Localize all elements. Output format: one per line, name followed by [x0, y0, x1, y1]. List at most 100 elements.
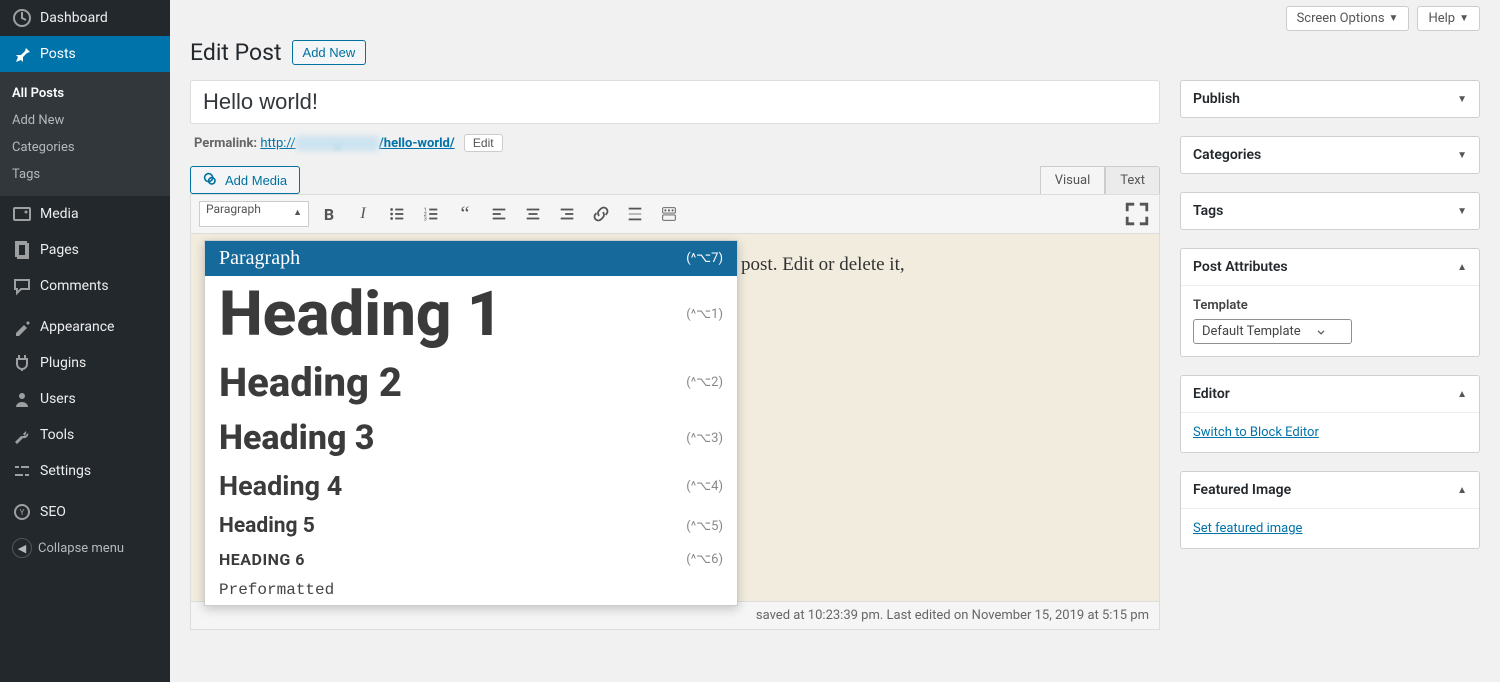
- media-toolbar-row: Add Media Visual Text: [190, 166, 1160, 194]
- format-option-h5[interactable]: Heading 5(^⌥5): [205, 508, 737, 544]
- tools-icon: [12, 425, 32, 445]
- media-icon: [12, 204, 32, 224]
- sidebar-label: Appearance: [40, 319, 114, 335]
- sidebar-item-dashboard[interactable]: Dashboard: [0, 0, 170, 36]
- metabox-editor-header[interactable]: Editor▲: [1181, 376, 1479, 413]
- sidebar-item-seo[interactable]: Y SEO: [0, 494, 170, 530]
- editor-status-bar: saved at 10:23:39 pm. Last edited on Nov…: [190, 602, 1160, 630]
- sidebar-label: Posts: [40, 46, 76, 62]
- link-button[interactable]: [587, 201, 615, 227]
- settings-icon: [12, 461, 32, 481]
- format-option-h1[interactable]: Heading 1(^⌥1): [205, 276, 737, 353]
- users-icon: [12, 389, 32, 409]
- sidebar-item-settings[interactable]: Settings: [0, 453, 170, 489]
- pages-icon: [12, 240, 32, 260]
- chevron-up-icon: ▲: [293, 207, 302, 218]
- format-option-h2[interactable]: Heading 2(^⌥2): [205, 353, 737, 412]
- set-featured-image-link[interactable]: Set featured image: [1193, 521, 1302, 536]
- submenu-categories[interactable]: Categories: [0, 134, 170, 161]
- bullet-list-button[interactable]: [383, 201, 411, 227]
- format-option-h6[interactable]: HEADING 6(^⌥6): [205, 544, 737, 575]
- sidebar-item-tools[interactable]: Tools: [0, 417, 170, 453]
- chevron-down-icon: ▼: [1457, 206, 1467, 217]
- sidebar-item-users[interactable]: Users: [0, 381, 170, 417]
- editor-toolbar: Paragraph▲ B I 123 “: [190, 194, 1160, 234]
- submenu-all-posts[interactable]: All Posts: [0, 80, 170, 107]
- seo-icon: Y: [12, 502, 32, 522]
- svg-text:3: 3: [424, 216, 427, 222]
- sidebar-label: Comments: [40, 278, 109, 294]
- blockquote-button[interactable]: “: [451, 201, 479, 227]
- sidebar-item-posts[interactable]: Posts: [0, 36, 170, 72]
- sidebar-label: Settings: [40, 463, 91, 479]
- plugins-icon: [12, 353, 32, 373]
- metabox-attributes-header[interactable]: Post Attributes▲: [1181, 249, 1479, 286]
- admin-sidebar: Dashboard Posts All Posts Add New Catego…: [0, 0, 170, 682]
- add-new-button[interactable]: Add New: [292, 40, 367, 65]
- permalink-edit-button[interactable]: Edit: [464, 134, 503, 152]
- submenu-tags[interactable]: Tags: [0, 161, 170, 188]
- chevron-down-icon: [1315, 326, 1327, 338]
- template-select[interactable]: Default Template: [1193, 319, 1352, 344]
- collapse-menu-button[interactable]: ◀ Collapse menu: [0, 530, 170, 566]
- sidebar-item-media[interactable]: Media: [0, 196, 170, 232]
- sidebar-label: Tools: [40, 427, 74, 443]
- sidebar-item-pages[interactable]: Pages: [0, 232, 170, 268]
- metabox-publish: Publish▼: [1180, 80, 1480, 118]
- chevron-down-icon: ▼: [1457, 94, 1467, 105]
- posts-submenu: All Posts Add New Categories Tags: [0, 72, 170, 196]
- tab-visual[interactable]: Visual: [1040, 166, 1106, 194]
- add-media-button[interactable]: Add Media: [190, 166, 300, 194]
- help-button[interactable]: Help ▼: [1417, 6, 1480, 31]
- format-dropdown-button[interactable]: Paragraph▲: [199, 201, 309, 227]
- bold-button[interactable]: B: [315, 201, 343, 227]
- submenu-add-new[interactable]: Add New: [0, 107, 170, 134]
- format-option-preformatted[interactable]: Preformatted: [205, 575, 737, 605]
- page-header: Edit Post Add New: [190, 39, 1480, 66]
- metabox-publish-header[interactable]: Publish▼: [1181, 81, 1479, 117]
- chevron-down-icon: ▼: [1459, 13, 1469, 24]
- toolbar-toggle-button[interactable]: [655, 201, 683, 227]
- metabox-categories: Categories▼: [1180, 136, 1480, 174]
- editor-tabs: Visual Text: [1040, 166, 1160, 194]
- format-option-paragraph[interactable]: Paragraph(^⌥7): [205, 241, 737, 276]
- align-center-button[interactable]: [519, 201, 547, 227]
- sidebar-item-plugins[interactable]: Plugins: [0, 345, 170, 381]
- format-option-h4[interactable]: Heading 4(^⌥4): [205, 464, 737, 508]
- tab-text[interactable]: Text: [1105, 166, 1160, 194]
- readmore-button[interactable]: [621, 201, 649, 227]
- metabox-editor: Editor▲ Switch to Block Editor: [1180, 375, 1480, 453]
- fullscreen-button[interactable]: [1123, 201, 1151, 227]
- switch-block-editor-link[interactable]: Switch to Block Editor: [1193, 425, 1319, 440]
- numbered-list-button[interactable]: 123: [417, 201, 445, 227]
- format-option-h3[interactable]: Heading 3(^⌥3): [205, 412, 737, 464]
- permalink-link[interactable]: http:// /hello-world/: [260, 136, 454, 151]
- italic-button[interactable]: I: [349, 201, 377, 227]
- chevron-down-icon: ▼: [1457, 150, 1467, 161]
- format-dropdown-menu: Paragraph(^⌥7) Heading 1(^⌥1) Heading 2(…: [204, 240, 738, 606]
- top-bar: Screen Options ▼ Help ▼: [190, 0, 1480, 37]
- sidebar-label: Pages: [40, 242, 79, 258]
- sidebar-item-comments[interactable]: Comments: [0, 268, 170, 304]
- svg-text:Y: Y: [20, 508, 25, 517]
- metabox-tags-header[interactable]: Tags▼: [1181, 193, 1479, 229]
- template-label: Template: [1193, 298, 1467, 313]
- sidebar-label: SEO: [40, 504, 66, 520]
- screen-options-button[interactable]: Screen Options ▼: [1286, 6, 1410, 31]
- sidebar-label: Plugins: [40, 355, 86, 371]
- sidebar-label: Dashboard: [40, 10, 108, 26]
- chevron-up-icon: ▲: [1457, 485, 1467, 496]
- chevron-up-icon: ▲: [1457, 389, 1467, 400]
- pin-icon: [12, 44, 32, 64]
- permalink-row: Permalink: http:// /hello-world/ Edit: [194, 134, 1160, 152]
- chevron-down-icon: ▼: [1389, 13, 1399, 24]
- align-right-button[interactable]: [553, 201, 581, 227]
- metabox-tags: Tags▼: [1180, 192, 1480, 230]
- sidebar-item-appearance[interactable]: Appearance: [0, 309, 170, 345]
- media-icon: [203, 172, 219, 188]
- post-title-input[interactable]: [190, 80, 1160, 124]
- align-left-button[interactable]: [485, 201, 513, 227]
- metabox-featured-header[interactable]: Featured Image▲: [1181, 472, 1479, 509]
- appearance-icon: [12, 317, 32, 337]
- metabox-categories-header[interactable]: Categories▼: [1181, 137, 1479, 173]
